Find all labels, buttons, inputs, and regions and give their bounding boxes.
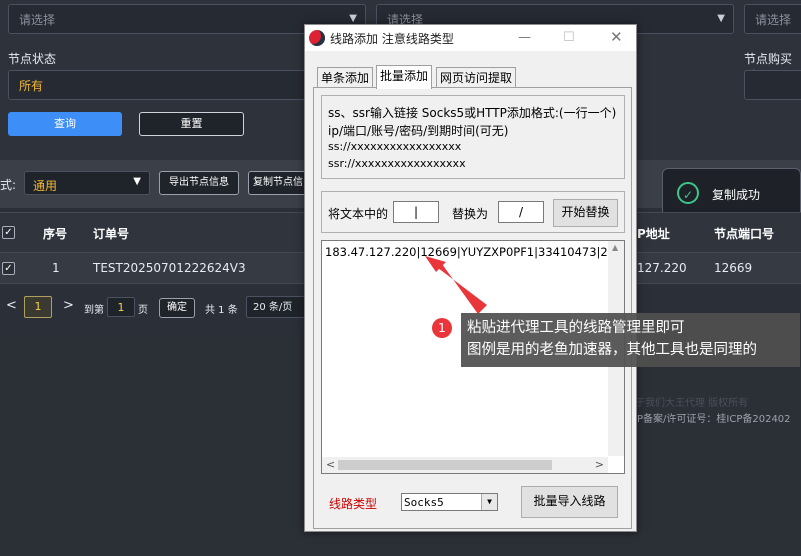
tab-batch-add[interactable]: 批量添加 (376, 65, 433, 89)
annotation-line-1: 粘贴进代理工具的线路管理里即可 (467, 320, 685, 336)
annotation-line-2: 图例是用的老鱼加速器，其他工具也是同理的 (467, 342, 757, 358)
annotation-number-badge: 1 (432, 318, 452, 338)
annotation-callout: 粘贴进代理工具的线路管理里即可 图例是用的老鱼加速器，其他工具也是同理的 (461, 313, 800, 367)
